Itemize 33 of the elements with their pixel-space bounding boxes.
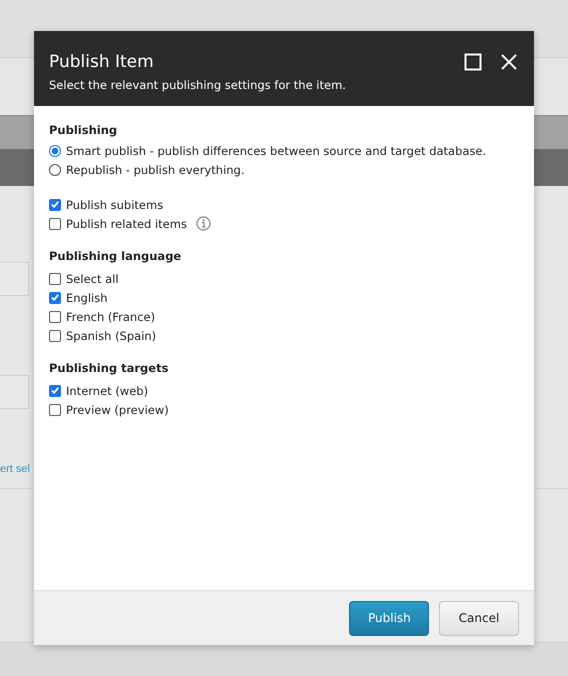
checkbox[interactable] (49, 218, 61, 230)
input-field[interactable] (0, 375, 29, 409)
option-label: Smart publish - publish differences between source and target database. (66, 144, 486, 158)
option-label: Publish related items (66, 216, 187, 230)
section-heading: Publishing language (49, 249, 182, 263)
cancel-button[interactable]: Cancel (439, 600, 519, 636)
checkbox[interactable] (49, 292, 61, 304)
section-heading: Publishing (49, 123, 118, 137)
option-label: Republish - publish everything. (66, 162, 245, 176)
option-label: Spanish (Spain) (66, 328, 156, 342)
publish-button[interactable]: Publish (349, 600, 429, 636)
radio-button[interactable] (49, 164, 61, 176)
option-label: French (France) (66, 310, 156, 324)
option-label: Publish subitems (66, 198, 164, 212)
section-heading: Publishing targets (49, 361, 170, 375)
info-icon[interactable] (196, 216, 211, 231)
option-label: Internet (web) (66, 384, 148, 398)
option-label: English (66, 290, 108, 304)
radio-button[interactable] (49, 144, 61, 156)
checkbox[interactable] (49, 384, 61, 396)
link[interactable]: ert sel (0, 463, 30, 475)
checkbox[interactable] (49, 404, 61, 416)
checkbox[interactable] (49, 272, 61, 284)
dialog-title: Publish Item (49, 51, 155, 73)
maximize-icon[interactable] (464, 53, 482, 71)
input-field[interactable] (0, 262, 29, 296)
checkbox[interactable] (49, 310, 61, 322)
close-icon[interactable] (500, 53, 518, 71)
checkbox[interactable] (49, 330, 61, 342)
dialog-subtitle: Select the relevant publishing settings for the item. (49, 78, 347, 92)
option-label: Select all (66, 272, 119, 286)
option-label: Preview (preview) (66, 402, 169, 416)
checkbox[interactable] (49, 198, 61, 210)
